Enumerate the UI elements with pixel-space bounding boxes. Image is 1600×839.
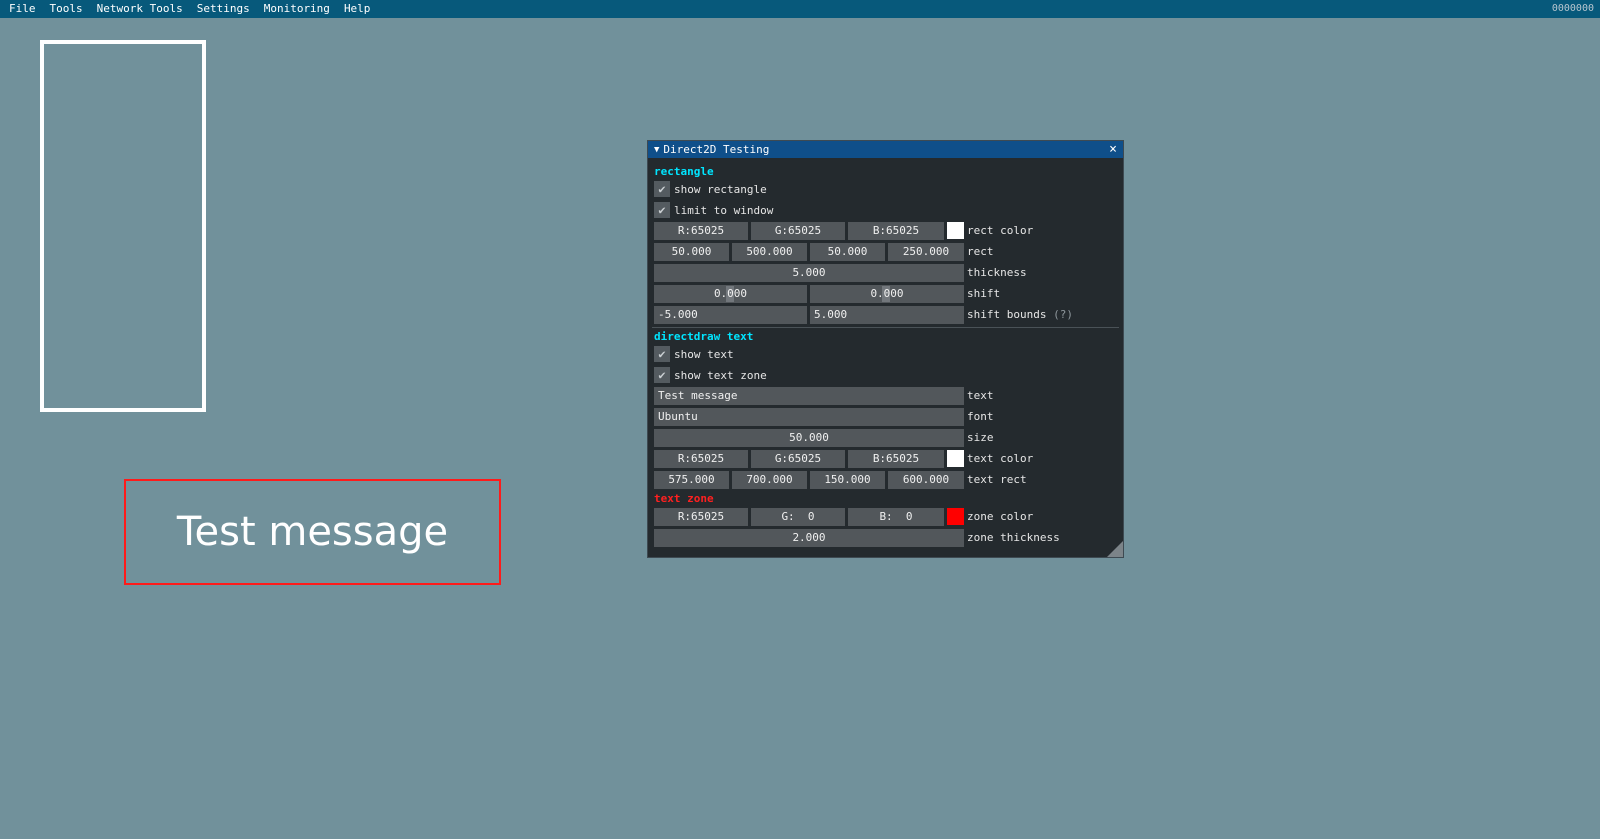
text-zone-box: Test message [124,479,501,585]
thickness-label: thickness [967,266,1027,279]
shift-bounds-max-field[interactable]: 5.000 [810,306,964,324]
text-rect-value-4[interactable]: 600.000 [888,471,964,489]
shift-x-value: 0.000 [713,287,748,300]
checkmark-icon[interactable]: ✔ [654,181,670,197]
menu-tools[interactable]: Tools [43,0,90,18]
text-rect-value-2[interactable]: 700.000 [732,471,807,489]
shift-bounds-min-field[interactable]: -5.000 [654,306,807,324]
checkmark-icon[interactable]: ✔ [654,346,670,362]
shift-x-slider[interactable]: 0.000 [654,285,807,303]
rect-value-4[interactable]: 250.000 [888,243,964,261]
show-text-label: show text [674,347,734,361]
direct2d-testing-window: ▼ Direct2D Testing × rectangle ✔ show re… [647,140,1124,558]
size-field[interactable]: 50.000 [654,429,964,447]
menubar-status-text: 0000000 [1551,3,1594,14]
rect-color-swatch[interactable] [947,222,964,239]
close-icon[interactable]: × [1109,142,1117,157]
separator [652,327,1119,328]
menu-bar: File Tools Network Tools Settings Monito… [0,0,1600,18]
show-text-zone-checkbox-row[interactable]: ✔ show text zone [654,366,767,384]
rect-value-2[interactable]: 500.000 [732,243,807,261]
text-color-label: text color [967,452,1034,465]
section-header-text-zone: text zone [654,492,714,505]
shift-bounds-label: shift bounds [967,308,1047,321]
menu-network-tools[interactable]: Network Tools [90,0,190,18]
window-title-bar[interactable]: ▼ Direct2D Testing × [648,141,1123,158]
shift-bounds-label-group: shift bounds (?) [967,306,1073,324]
collapse-triangle-icon[interactable]: ▼ [654,145,659,155]
checkmark-icon[interactable]: ✔ [654,202,670,218]
checkmark-icon[interactable]: ✔ [654,367,670,383]
text-zone-message: Test message [176,509,449,555]
zone-color-label: zone color [967,510,1034,523]
section-header-directdraw-text: directdraw text [654,330,754,343]
menu-monitoring[interactable]: Monitoring [257,0,337,18]
section-header-rectangle: rectangle [654,165,714,178]
text-color-swatch[interactable] [947,450,964,467]
shift-y-slider[interactable]: 0.000 [810,285,964,303]
rect-color-g-field[interactable]: G:65025 [751,222,845,240]
zone-color-swatch[interactable] [947,508,964,525]
text-input[interactable]: Test message [654,387,964,405]
zone-color-b-field[interactable]: B: 0 [848,508,944,526]
thickness-field[interactable]: 5.000 [654,264,964,282]
show-rectangle-checkbox-row[interactable]: ✔ show rectangle [654,180,767,198]
menu-settings[interactable]: Settings [190,0,257,18]
limit-to-window-label: limit to window [674,203,774,217]
shift-y-value: 0.000 [870,287,904,300]
help-marker[interactable]: (?) [1053,308,1073,321]
text-color-g-field[interactable]: G:65025 [751,450,845,468]
zone-color-r-field[interactable]: R:65025 [654,508,748,526]
show-text-checkbox-row[interactable]: ✔ show text [654,345,734,363]
window-title: Direct2D Testing [663,143,770,156]
resize-grip-icon[interactable] [1107,541,1123,557]
rect-color-b-field[interactable]: B:65025 [848,222,944,240]
rect-value-1[interactable]: 50.000 [654,243,729,261]
rect-color-label: rect color [967,224,1034,237]
rect-value-3[interactable]: 50.000 [810,243,885,261]
rect-label: rect [967,245,994,258]
font-label: font [967,410,994,423]
menu-help[interactable]: Help [337,0,378,18]
drawn-rectangle [40,40,206,412]
shift-label: shift [967,287,1001,300]
zone-thickness-field[interactable]: 2.000 [654,529,964,547]
menu-file[interactable]: File [0,0,43,18]
text-rect-value-3[interactable]: 150.000 [810,471,885,489]
text-color-r-field[interactable]: R:65025 [654,450,748,468]
text-rect-label: text rect [967,473,1027,486]
text-label: text [967,389,994,402]
rect-color-r-field[interactable]: R:65025 [654,222,748,240]
zone-thickness-label: zone thickness [967,531,1060,544]
show-text-zone-label: show text zone [674,368,767,382]
font-input[interactable]: Ubuntu [654,408,964,426]
limit-to-window-checkbox-row[interactable]: ✔ limit to window [654,201,773,219]
show-rectangle-label: show rectangle [674,182,767,196]
size-label: size [967,431,994,444]
zone-color-g-field[interactable]: G: 0 [751,508,845,526]
text-color-b-field[interactable]: B:65025 [848,450,944,468]
window-body: rectangle ✔ show rectangle ✔ limit to wi… [648,158,1123,557]
text-rect-value-1[interactable]: 575.000 [654,471,729,489]
